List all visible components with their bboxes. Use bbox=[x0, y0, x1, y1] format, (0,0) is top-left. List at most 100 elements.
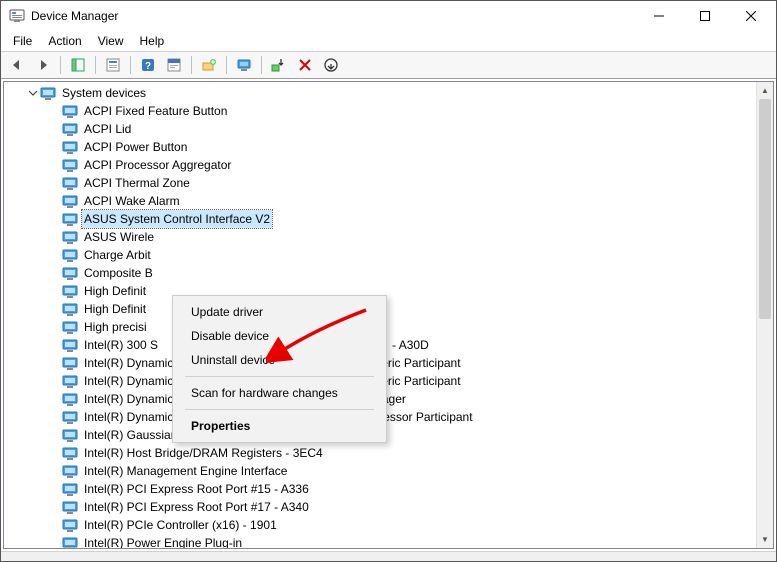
ctx-separator bbox=[185, 409, 374, 410]
minimize-button[interactable] bbox=[636, 1, 682, 31]
tree-category-row[interactable]: System devices bbox=[4, 84, 773, 102]
context-menu: Update driver Disable device Uninstall d… bbox=[172, 295, 387, 443]
device-icon bbox=[62, 283, 78, 299]
category-label: System devices bbox=[60, 84, 148, 102]
device-tree-item[interactable]: Intel(R) Dynamic Platform and Thermal Fr… bbox=[4, 372, 773, 390]
device-tree-item[interactable]: Charge Arbit bbox=[4, 246, 773, 264]
scroll-up-button[interactable]: ▲ bbox=[757, 82, 773, 99]
device-tree-item[interactable]: Intel(R) PCI Express Root Port #15 - A33… bbox=[4, 480, 773, 498]
device-label: Composite B bbox=[82, 264, 155, 282]
device-tree-item[interactable]: ASUS System Control Interface V2 bbox=[4, 210, 773, 228]
device-icon bbox=[62, 517, 78, 533]
scroll-down-button[interactable]: ▼ bbox=[757, 531, 773, 548]
forward-button[interactable] bbox=[31, 54, 55, 76]
menu-action[interactable]: Action bbox=[40, 32, 89, 50]
device-tree-item[interactable]: Intel(R) Dynamic Platform and Thermal Fr… bbox=[4, 390, 773, 408]
collapse-icon[interactable] bbox=[26, 86, 40, 100]
device-label: ACPI Lid bbox=[82, 120, 133, 138]
device-label: ASUS System Control Interface V2 bbox=[82, 210, 272, 228]
device-icon bbox=[62, 463, 78, 479]
device-tree-item[interactable]: Intel(R) Dynamic Platform and Thermal Fr… bbox=[4, 354, 773, 372]
show-hide-tree-button[interactable] bbox=[66, 54, 90, 76]
device-tree-item[interactable]: ASUS Wirele bbox=[4, 228, 773, 246]
device-icon bbox=[62, 373, 78, 389]
device-tree-item[interactable]: ACPI Power Button bbox=[4, 138, 773, 156]
device-tree-item[interactable]: Intel(R) Dynamic Platform and Thermal Fr… bbox=[4, 408, 773, 426]
device-icon bbox=[62, 409, 78, 425]
vertical-scrollbar[interactable]: ▲ ▼ bbox=[756, 82, 773, 548]
back-button[interactable] bbox=[5, 54, 29, 76]
device-tree-item[interactable]: ACPI Wake Alarm bbox=[4, 192, 773, 210]
disable-device-button[interactable] bbox=[293, 54, 317, 76]
device-icon bbox=[62, 103, 78, 119]
uninstall-device-button[interactable] bbox=[319, 54, 343, 76]
device-label: ACPI Wake Alarm bbox=[82, 192, 182, 210]
ctx-properties[interactable]: Properties bbox=[173, 414, 386, 438]
device-label: Intel(R) Host Bridge/DRAM Registers - 3E… bbox=[82, 444, 325, 462]
device-tree-item[interactable]: High Definit bbox=[4, 300, 773, 318]
device-icon bbox=[62, 265, 78, 281]
ctx-disable-device[interactable]: Disable device bbox=[173, 324, 386, 348]
menu-view[interactable]: View bbox=[90, 32, 132, 50]
device-tree-item[interactable]: Intel(R) Host Bridge/DRAM Registers - 3E… bbox=[4, 444, 773, 462]
device-label: Intel(R) Power Engine Plug-in bbox=[82, 534, 244, 548]
device-tree-item[interactable]: Intel(R) Management Engine Interface bbox=[4, 462, 773, 480]
device-tree-item[interactable]: ACPI Thermal Zone bbox=[4, 174, 773, 192]
device-tree-item[interactable]: ACPI Lid bbox=[4, 120, 773, 138]
device-icon bbox=[62, 247, 78, 263]
device-tree-item[interactable]: ACPI Fixed Feature Button bbox=[4, 102, 773, 120]
device-label: ASUS Wirele bbox=[82, 228, 156, 246]
device-icon bbox=[62, 445, 78, 461]
update-driver-button[interactable] bbox=[197, 54, 221, 76]
device-tree-item[interactable]: High precisi bbox=[4, 318, 773, 336]
statusbar bbox=[1, 551, 776, 561]
ctx-scan-hardware[interactable]: Scan for hardware changes bbox=[173, 381, 386, 405]
device-label: Intel(R) 300 S bbox=[82, 336, 160, 354]
device-icon bbox=[62, 499, 78, 515]
menu-file[interactable]: File bbox=[5, 32, 40, 50]
device-icon bbox=[62, 139, 78, 155]
ctx-uninstall-device[interactable]: Uninstall device bbox=[173, 348, 386, 372]
close-button[interactable] bbox=[728, 1, 774, 31]
device-tree-item[interactable]: Composite B bbox=[4, 264, 773, 282]
device-label: ACPI Power Button bbox=[82, 138, 189, 156]
maximize-button[interactable] bbox=[682, 1, 728, 31]
device-label: Intel(R) Management Engine Interface bbox=[82, 462, 289, 480]
device-label: ACPI Processor Aggregator bbox=[82, 156, 233, 174]
device-tree-item[interactable]: Intel(R) PCI Express Root Port #17 - A34… bbox=[4, 498, 773, 516]
scroll-thumb[interactable] bbox=[759, 99, 771, 319]
device-tree-item[interactable]: Intel(R) Gaussian Mixture Model - 1911 bbox=[4, 426, 773, 444]
ctx-separator bbox=[185, 376, 374, 377]
titlebar: Device Manager bbox=[1, 1, 776, 31]
device-icon bbox=[62, 193, 78, 209]
toolbar: ? bbox=[1, 51, 776, 79]
device-icon bbox=[62, 157, 78, 173]
device-icon bbox=[62, 319, 78, 335]
device-label: ACPI Fixed Feature Button bbox=[82, 102, 229, 120]
content-area: System devices ACPI Fixed Feature Button… bbox=[3, 81, 774, 549]
scan-hardware-button[interactable] bbox=[232, 54, 256, 76]
device-tree-item[interactable]: Intel(R) PCIe Controller (x16) - 1901 bbox=[4, 516, 773, 534]
device-tree-item[interactable]: Intel(R) Power Engine Plug-in bbox=[4, 534, 773, 548]
device-icon bbox=[62, 391, 78, 407]
device-label-suffix: - A30D bbox=[392, 336, 429, 354]
properties-button[interactable] bbox=[101, 54, 125, 76]
action-button[interactable] bbox=[162, 54, 186, 76]
window-title: Device Manager bbox=[31, 9, 118, 23]
device-tree[interactable]: System devices ACPI Fixed Feature Button… bbox=[4, 82, 773, 548]
device-label: Charge Arbit bbox=[82, 246, 153, 264]
device-icon bbox=[62, 301, 78, 317]
scroll-track[interactable] bbox=[757, 99, 773, 531]
ctx-update-driver[interactable]: Update driver bbox=[173, 300, 386, 324]
app-icon bbox=[9, 8, 25, 24]
device-tree-item[interactable]: Intel(R) 300 S - A30D bbox=[4, 336, 773, 354]
device-tree-item[interactable]: ACPI Processor Aggregator bbox=[4, 156, 773, 174]
device-label: ACPI Thermal Zone bbox=[82, 174, 192, 192]
system-devices-icon bbox=[40, 85, 56, 101]
device-tree-item[interactable]: High Definit bbox=[4, 282, 773, 300]
help-button[interactable]: ? bbox=[136, 54, 160, 76]
device-icon bbox=[62, 121, 78, 137]
menu-help[interactable]: Help bbox=[132, 32, 173, 50]
enable-device-button[interactable] bbox=[267, 54, 291, 76]
device-label: High Definit bbox=[82, 300, 148, 318]
